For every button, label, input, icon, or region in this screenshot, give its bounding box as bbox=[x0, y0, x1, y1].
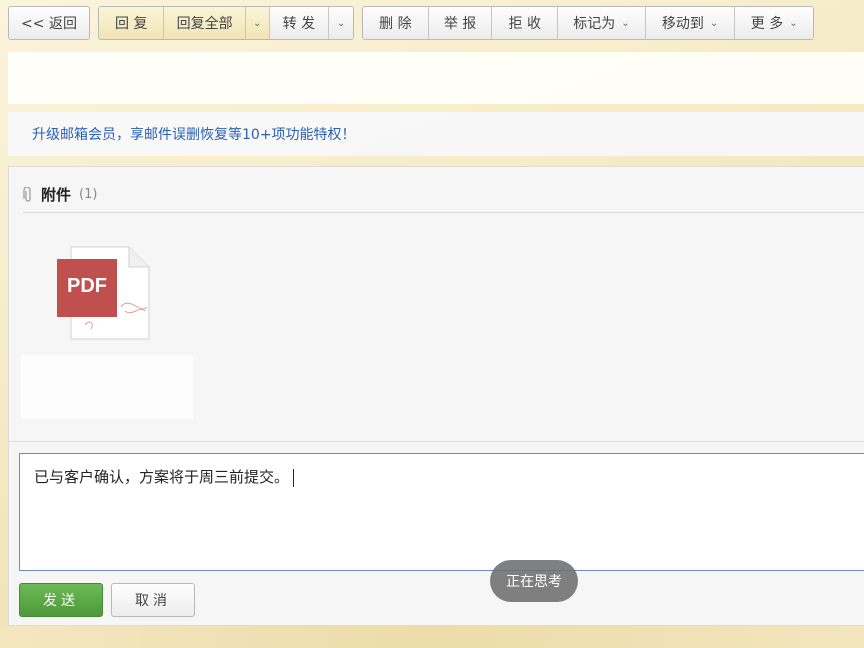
background-strip bbox=[0, 626, 864, 648]
send-button[interactable]: 发送 bbox=[19, 583, 103, 617]
cancel-button[interactable]: 取消 bbox=[111, 583, 195, 617]
forward-label: 转 发 bbox=[282, 16, 316, 32]
mail-panel: 附件 (1) PDF 已与客户确认，方案将于周三前提交。 发送 取消 bbox=[8, 166, 864, 626]
reply-label: 回 复 bbox=[115, 16, 148, 32]
more-button[interactable]: 更 多 ⌄ bbox=[735, 7, 813, 39]
delete-button[interactable]: 删 除 bbox=[363, 7, 429, 39]
chevron-down-icon: ⌄ bbox=[253, 17, 262, 29]
chevron-down-icon: ⌄ bbox=[789, 17, 798, 29]
move-to-label: 移动到 bbox=[661, 16, 704, 32]
back-label: << 返回 bbox=[21, 16, 77, 32]
pdf-attachment[interactable]: PDF bbox=[55, 245, 155, 343]
chevron-down-icon: ⌄ bbox=[709, 17, 719, 29]
toast-text: 正在思考 bbox=[506, 574, 562, 590]
forward-button[interactable]: 转 发 bbox=[269, 7, 330, 39]
delete-label: 删 除 bbox=[379, 16, 412, 32]
reject-button[interactable]: 拒 收 bbox=[492, 7, 559, 39]
forward-dropdown[interactable]: ⌄ bbox=[329, 7, 353, 39]
report-button[interactable]: 举 报 bbox=[428, 7, 493, 39]
chevron-down-icon: ⌄ bbox=[621, 17, 630, 29]
mark-as-label: 标记为 bbox=[573, 16, 616, 32]
pdf-badge-text: PDF bbox=[67, 275, 107, 297]
reply-all-label: 回复全部 bbox=[176, 16, 233, 32]
send-label: 发送 bbox=[43, 593, 79, 609]
reject-label: 拒 收 bbox=[508, 16, 541, 32]
attachment-name-area bbox=[21, 355, 193, 419]
more-label: 更 多 bbox=[750, 16, 784, 32]
back-button[interactable]: << 返回 bbox=[8, 6, 90, 40]
section-divider bbox=[9, 441, 864, 442]
attachments-header: 附件 (1) bbox=[23, 177, 864, 213]
cancel-label: 取消 bbox=[135, 593, 171, 609]
header-area bbox=[8, 52, 864, 104]
reply-text: 已与客户确认，方案将于周三前提交。 bbox=[34, 468, 290, 486]
report-label: 举 报 bbox=[443, 16, 477, 32]
mail-toolbar: << 返回 回 复 回复全部 ⌄ 转 发 ⌄ 删 除 举 报 拒 收 标记为 ⌄ bbox=[0, 0, 864, 48]
chevron-down-icon: ⌄ bbox=[336, 17, 346, 29]
quick-reply-input[interactable]: 已与客户确认，方案将于周三前提交。 bbox=[19, 453, 864, 571]
reply-group: 回 复 回复全部 ⌄ 转 发 ⌄ bbox=[98, 6, 354, 40]
attachments-title: 附件 bbox=[41, 186, 72, 204]
attachments-count: (1) bbox=[79, 187, 98, 202]
action-group: 删 除 举 报 拒 收 标记为 ⌄ 移动到 ⌄ 更 多 ⌄ bbox=[362, 6, 814, 40]
reply-button[interactable]: 回 复 bbox=[99, 7, 165, 39]
promo-text: 升级邮箱会员，享邮件误删恢复等10+项功能特权！ bbox=[32, 127, 356, 143]
thinking-toast: 正在思考 bbox=[490, 560, 578, 602]
mark-as-button[interactable]: 标记为 ⌄ bbox=[558, 7, 646, 39]
text-cursor bbox=[293, 468, 295, 487]
promo-banner[interactable]: 升级邮箱会员，享邮件误删恢复等10+项功能特权！ bbox=[8, 112, 864, 156]
reply-all-dropdown[interactable]: ⌄ bbox=[245, 7, 270, 39]
paperclip-icon bbox=[23, 186, 31, 202]
move-to-button[interactable]: 移动到 ⌄ bbox=[645, 7, 736, 39]
reply-all-button[interactable]: 回复全部 bbox=[164, 7, 246, 39]
